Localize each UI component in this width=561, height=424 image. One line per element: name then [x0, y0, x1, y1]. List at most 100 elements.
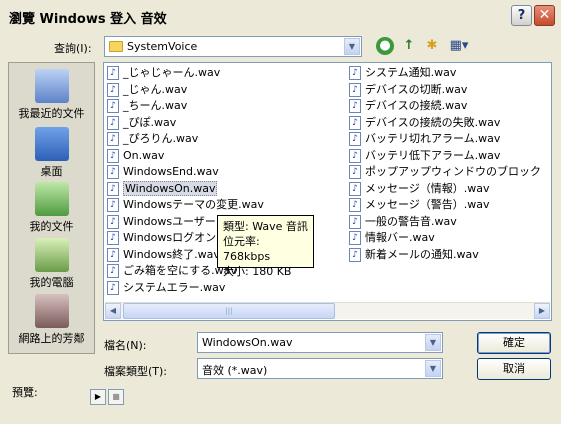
up-folder-icon[interactable]: ↑	[400, 37, 418, 55]
views-menu-icon[interactable]: ▦▾	[447, 37, 471, 55]
stop-icon[interactable]: ■	[108, 389, 124, 405]
file-name: メッセージ（情報）.wav	[365, 181, 490, 195]
file-info-tooltip: 類型: Wave 音訊 位元率: 768kbps 大小: 180 KB	[217, 215, 314, 278]
audio-file-icon: ♪	[349, 66, 361, 80]
file-name: 新着メールの通知.wav	[365, 247, 479, 261]
audio-file-icon: ♪	[349, 231, 361, 245]
preview-label: 預覽:	[12, 386, 38, 399]
audio-file-icon: ♪	[107, 115, 119, 130]
file-item[interactable]: ♪ システム通知.wav	[348, 65, 541, 82]
file-item[interactable]: ♪ _ぴろりん.wav	[106, 131, 264, 148]
file-name: Windowsユーザー	[123, 214, 216, 228]
file-item[interactable]: ♪ WindowsOn.wav	[106, 180, 264, 198]
tooltip-type: 類型: Wave 音訊	[223, 220, 308, 233]
audio-file-icon: ♪	[107, 165, 119, 179]
file-item[interactable]: ♪ _ぴぽ.wav	[106, 115, 264, 132]
place-recent[interactable]: 我最近的文件	[9, 69, 94, 121]
file-item[interactable]: ♪ ポップアップウィンドウのブロック	[348, 164, 541, 181]
audio-file-icon: ♪	[107, 181, 119, 196]
file-name: デバイスの切断.wav	[365, 82, 468, 96]
ok-button[interactable]: 確定	[477, 332, 551, 354]
audio-file-icon: ♪	[107, 247, 119, 262]
audio-file-icon: ♪	[349, 198, 361, 212]
cancel-button[interactable]: 取消	[477, 358, 551, 380]
my-computer-icon	[34, 238, 69, 272]
file-name: メッセージ（警告）.wav	[365, 198, 490, 211]
file-item[interactable]: ♪ _じゃじゃーん.wav	[106, 65, 264, 82]
file-name: _じゃじゃーん.wav	[123, 66, 221, 79]
audio-file-icon: ♪	[107, 82, 119, 97]
lookin-combo[interactable]: SystemVoice ▼	[104, 36, 362, 57]
file-item[interactable]: ♪ 新着メールの通知.wav	[348, 247, 541, 264]
desktop-icon	[34, 127, 69, 161]
file-item[interactable]: ♪ バッテリ低下アラーム.wav	[348, 148, 541, 165]
audio-file-icon: ♪	[107, 66, 119, 80]
audio-file-icon: ♪	[349, 99, 361, 113]
audio-file-icon: ♪	[349, 82, 361, 97]
back-icon[interactable]: ●	[376, 37, 394, 55]
file-item[interactable]: ♪ 情報バー.wav	[348, 230, 541, 247]
file-item[interactable]: ♪ バッテリ切れアラーム.wav	[348, 131, 541, 148]
audio-file-icon: ♪	[107, 148, 119, 163]
file-list[interactable]: ♪ _じゃじゃーん.wav ♪ _じゃん.wav ♪ _ちーん.wav ♪ _ぴぽ.wav ♪ _…	[103, 62, 552, 321]
file-name: _ちーん.wav	[123, 99, 188, 112]
file-item[interactable]: ♪ メッセージ（警告）.wav	[348, 197, 541, 214]
horizontal-scrollbar[interactable]: ◀ ||| ▶	[105, 302, 550, 319]
filetype-label: 檔案類型(T):	[104, 365, 168, 378]
place-network[interactable]: 網路上的芳鄰	[9, 294, 94, 346]
filename-combo[interactable]: WindowsOn.wav ▼	[197, 332, 443, 353]
scroll-left-icon[interactable]: ◀	[105, 303, 121, 319]
chevron-down-icon[interactable]: ▼	[425, 334, 441, 351]
audio-file-icon: ♪	[349, 247, 361, 262]
file-item[interactable]: ♪ デバイスの接続の失敗.wav	[348, 115, 541, 132]
file-column-2: ♪ システム通知.wav ♪ デバイスの切断.wav ♪ デバイスの接続.wav ♪ デバイス…	[348, 65, 541, 263]
file-name: WindowsOn.wav	[123, 180, 218, 196]
file-item[interactable]: ♪ WindowsEnd.wav	[106, 164, 264, 181]
file-item[interactable]: ♪ システムエラー.wav	[106, 280, 264, 297]
close-button[interactable]: ✕	[534, 5, 555, 26]
place-desktop[interactable]: 桌面	[9, 127, 94, 179]
audio-file-icon: ♪	[107, 198, 119, 212]
play-icon[interactable]: ▶	[90, 389, 106, 405]
audio-file-icon: ♪	[349, 148, 361, 163]
file-name: デバイスの接続の失敗.wav	[365, 115, 501, 129]
help-button[interactable]: ?	[511, 5, 532, 26]
file-name: Windows終了.wav	[123, 247, 220, 261]
new-folder-icon[interactable]: ✱	[423, 37, 441, 55]
file-name: WindowsEnd.wav	[123, 165, 219, 178]
file-name: Windowsテーマの変更.wav	[123, 198, 264, 211]
open-file-dialog: 瀏覽 Windows 登入 音效 ? ✕ 查詢(I): SystemVoice …	[0, 0, 561, 424]
file-name: システム通知.wav	[365, 66, 457, 79]
place-desktop-label: 桌面	[40, 165, 63, 178]
place-mycomputer[interactable]: 我的電腦	[9, 238, 94, 290]
file-item[interactable]: ♪ 一般の警告音.wav	[348, 214, 541, 231]
audio-file-icon: ♪	[349, 165, 361, 179]
file-item[interactable]: ♪ メッセージ（情報）.wav	[348, 181, 541, 198]
filetype-combo[interactable]: 音效 (*.wav) ▼	[197, 358, 443, 379]
file-name: バッテリ低下アラーム.wav	[365, 148, 501, 162]
file-item[interactable]: ♪ Windowsテーマの変更.wav	[106, 197, 264, 214]
file-item[interactable]: ♪ On.wav	[106, 148, 264, 165]
audio-file-icon: ♪	[107, 99, 119, 113]
place-recent-label: 我最近的文件	[18, 107, 85, 120]
place-network-label: 網路上的芳鄰	[18, 332, 85, 345]
file-item[interactable]: ♪ デバイスの切断.wav	[348, 82, 541, 99]
file-item[interactable]: ♪ _ちーん.wav	[106, 98, 264, 115]
file-item[interactable]: ♪ デバイスの接続.wav	[348, 98, 541, 115]
file-item[interactable]: ♪ _じゃん.wav	[106, 82, 264, 99]
file-name: バッテリ切れアラーム.wav	[365, 132, 501, 145]
file-name: システムエラー.wav	[123, 280, 226, 294]
window-title: 瀏覽 Windows 登入 音效	[9, 12, 167, 27]
chevron-down-icon[interactable]: ▼	[425, 360, 441, 377]
lookin-label: 查詢(I):	[54, 42, 92, 55]
place-mydocuments[interactable]: 我的文件	[9, 182, 94, 234]
places-bar: 我最近的文件 桌面 我的文件 我的電腦 網路上的芳鄰	[8, 62, 95, 354]
chevron-down-icon[interactable]: ▼	[344, 38, 360, 55]
tooltip-bitrate: 位元率: 768kbps	[223, 235, 271, 263]
folder-icon	[109, 41, 123, 52]
audio-file-icon: ♪	[349, 181, 361, 196]
scroll-thumb[interactable]: |||	[123, 303, 335, 319]
place-mycomputer-label: 我的電腦	[29, 276, 74, 289]
scroll-right-icon[interactable]: ▶	[534, 303, 550, 319]
file-name: On.wav	[123, 148, 165, 162]
